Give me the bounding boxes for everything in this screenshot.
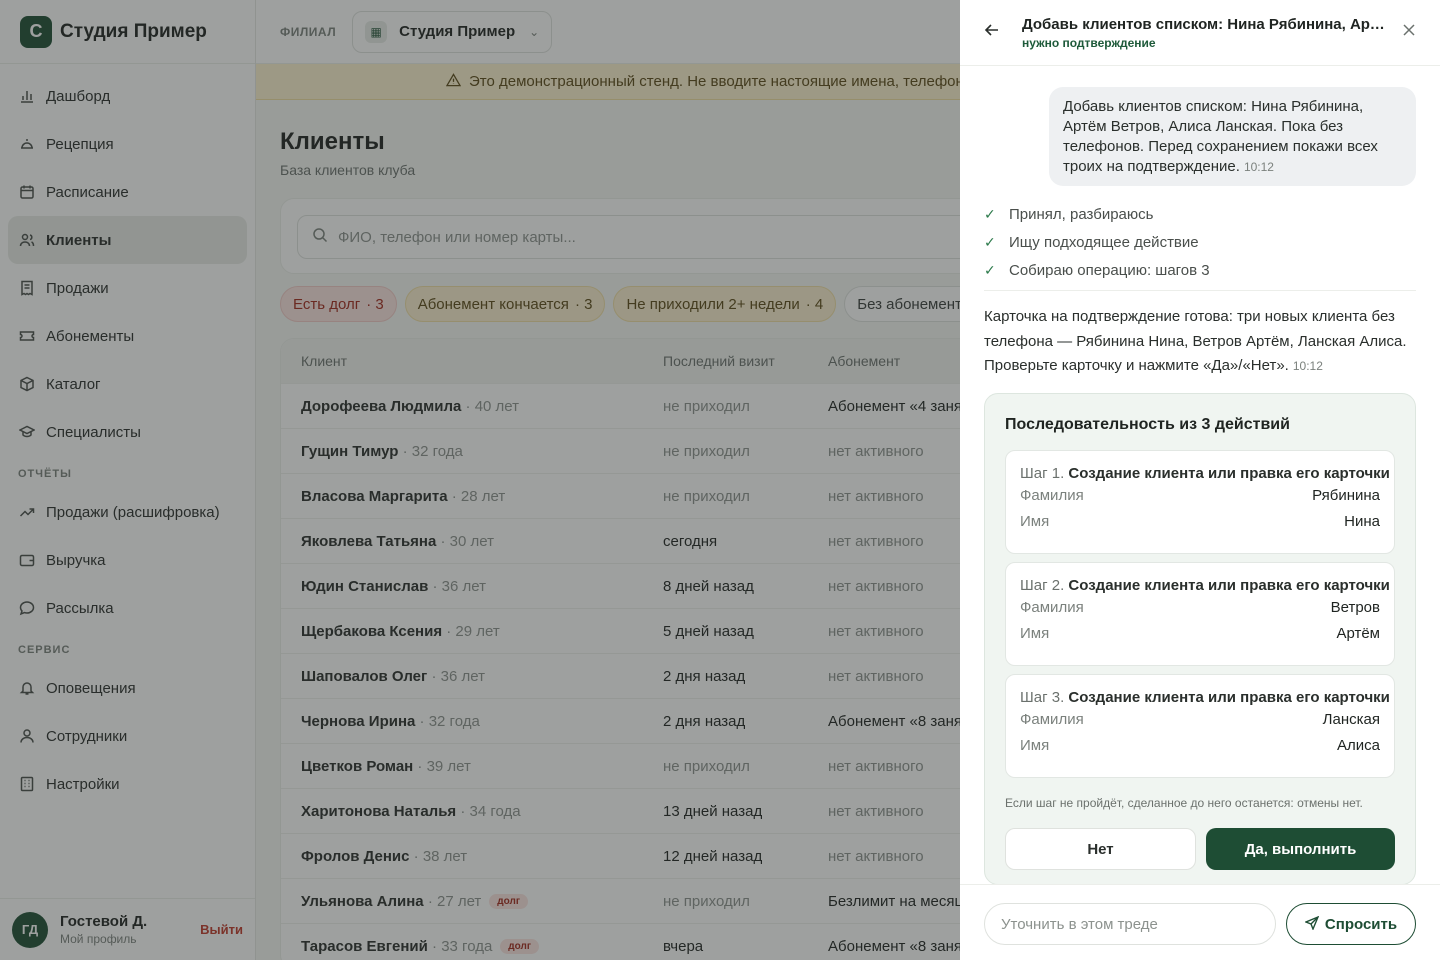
check-icon: ✓ <box>984 205 996 222</box>
step-field: Фамилия Ланская <box>1020 706 1380 732</box>
step-title: Создание клиента или правка его карточки <box>1068 465 1390 482</box>
panel-header-text: Добавь клиентов списком: Нина Рябинина, … <box>1022 16 1392 50</box>
message-time: 10:12 <box>1243 160 1274 174</box>
close-icon[interactable] <box>1402 20 1416 43</box>
confirmation-buttons: Нет Да, выполнить <box>1005 828 1395 870</box>
step-card: Шаг 3. Создание клиента или правка его к… <box>1005 674 1395 778</box>
field-value: Ветров <box>1330 598 1380 616</box>
check-icon: ✓ <box>984 261 996 278</box>
back-arrow-icon[interactable] <box>984 21 1002 44</box>
assistant-message: Карточка на подтверждение готова: три но… <box>984 305 1416 379</box>
ask-button[interactable]: Спросить <box>1286 903 1416 945</box>
thread-input[interactable] <box>984 903 1276 945</box>
step-card-title: Шаг 1. Создание клиента или правка его к… <box>1020 465 1390 482</box>
field-value: Нина <box>1344 512 1380 530</box>
step-card-title: Шаг 2. Создание клиента или правка его к… <box>1020 577 1390 594</box>
panel-header: Добавь клиентов списком: Нина Рябинина, … <box>960 0 1440 66</box>
confirm-button[interactable]: Да, выполнить <box>1206 828 1395 870</box>
step-title: Создание клиента или правка его карточки <box>1068 689 1390 706</box>
field-value: Ланская <box>1322 710 1380 728</box>
step-number: Шаг 1. <box>1020 465 1065 482</box>
field-key: Имя <box>1020 736 1050 754</box>
confirmation-card: Последовательность из 3 действий Шаг 1. … <box>984 393 1416 885</box>
progress-step: ✓ Принял, разбираюсь <box>984 200 1416 228</box>
field-key: Имя <box>1020 512 1050 530</box>
progress-step: ✓ Ищу подходящее действие <box>984 228 1416 256</box>
progress-step-text: Ищу подходящее действие <box>1009 233 1199 251</box>
step-card-title: Шаг 3. Создание клиента или правка его к… <box>1020 689 1390 706</box>
step-field: Имя Артём <box>1020 620 1380 646</box>
ask-button-label: Спросить <box>1324 915 1398 933</box>
step-title: Создание клиента или правка его карточки <box>1068 577 1390 594</box>
no-rollback-note: Если шаг не пройдёт, сделанное до него о… <box>1005 796 1363 810</box>
step-number: Шаг 3. <box>1020 689 1065 706</box>
field-key: Имя <box>1020 624 1050 642</box>
progress-step: ✓ Собираю операцию: шагов 3 <box>984 256 1416 284</box>
step-field: Имя Алиса <box>1020 732 1380 758</box>
check-icon: ✓ <box>984 233 996 250</box>
step-card: Шаг 2. Создание клиента или правка его к… <box>1005 562 1395 666</box>
thread-status: нужно подтверждение <box>1022 35 1156 50</box>
send-icon <box>1304 915 1320 933</box>
modal-backdrop[interactable] <box>0 0 960 960</box>
thread-title: Добавь клиентов списком: Нина Рябинина, … <box>1022 15 1392 33</box>
divider <box>984 290 1416 291</box>
sequence-title: Последовательность из 3 действий <box>1005 416 1290 433</box>
field-key: Фамилия <box>1020 710 1084 728</box>
progress-step-text: Принял, разбираюсь <box>1009 205 1154 223</box>
progress-step-text: Собираю операцию: шагов 3 <box>1009 261 1210 279</box>
step-field: Имя Нина <box>1020 508 1380 534</box>
field-value: Артём <box>1336 624 1380 642</box>
user-message-bubble: Добавь клиентов списком: Нина Рябинина, … <box>1049 87 1416 186</box>
step-field: Фамилия Рябинина <box>1020 482 1380 508</box>
field-value: Алиса <box>1337 736 1380 754</box>
step-field: Фамилия Ветров <box>1020 594 1380 620</box>
reject-button[interactable]: Нет <box>1005 828 1196 870</box>
step-number: Шаг 2. <box>1020 577 1065 594</box>
step-card: Шаг 1. Создание клиента или правка его к… <box>1005 450 1395 554</box>
progress-steps: ✓ Принял, разбираюсь ✓ Ищу подходящее дейс… <box>984 200 1416 284</box>
message-time: 10:12 <box>1292 359 1323 373</box>
compose-bar: Спросить <box>960 884 1440 960</box>
field-key: Фамилия <box>1020 486 1084 504</box>
user-message-text: Добавь клиентов списком: Нина Рябинина, … <box>1063 98 1378 175</box>
field-key: Фамилия <box>1020 598 1084 616</box>
field-value: Рябинина <box>1312 486 1380 504</box>
assistant-message-text: Карточка на подтверждение готова: три но… <box>984 308 1407 374</box>
